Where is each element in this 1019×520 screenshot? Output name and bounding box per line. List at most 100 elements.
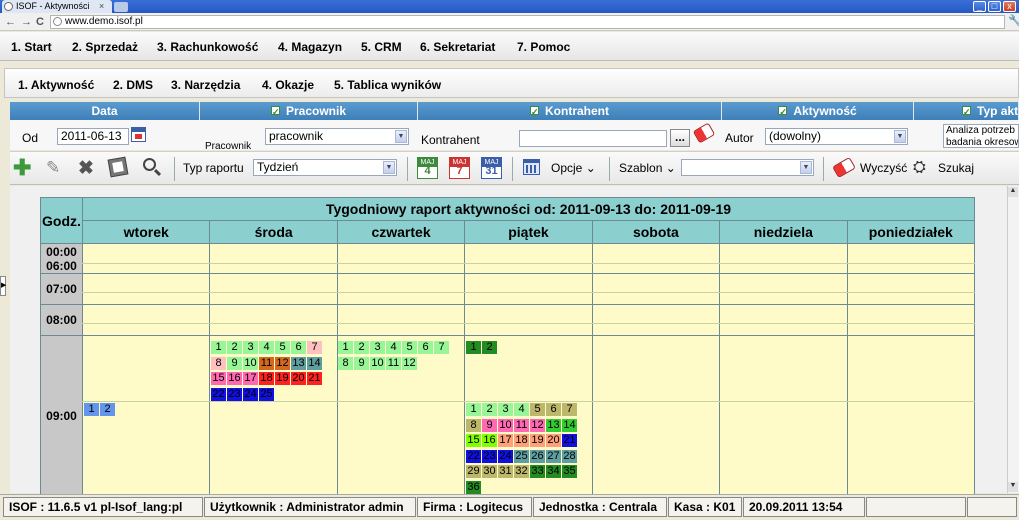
activity-block[interactable]: 5 (275, 341, 290, 354)
activity-block[interactable]: 3 (498, 403, 513, 416)
slot-cell[interactable] (336, 304, 466, 336)
activity-block[interactable]: 23 (482, 449, 497, 463)
activity-block[interactable]: 27 (546, 449, 561, 463)
activity-block[interactable]: 25 (514, 449, 529, 463)
slot-cell[interactable] (336, 243, 466, 274)
submenu-dms[interactable]: 2. DMS (113, 78, 153, 92)
activity-block[interactable]: 1 (466, 341, 481, 354)
kontrahent-input[interactable] (519, 130, 667, 147)
activity-block[interactable]: 16 (482, 434, 497, 447)
activity-block[interactable]: 11 (259, 356, 274, 370)
kontrahent-checkbox[interactable] (530, 103, 539, 121)
back-icon[interactable]: ← (5, 14, 16, 30)
activity-block[interactable]: 6 (418, 341, 433, 354)
autor-select[interactable]: (dowolny) ▼ (765, 128, 908, 145)
slot-cell[interactable] (209, 273, 338, 305)
close-window-button[interactable]: x (1003, 1, 1016, 12)
activity-block[interactable]: 28 (562, 449, 577, 463)
activity-block[interactable]: 12 (530, 418, 545, 432)
menu-magazyn[interactable]: 4. Magazyn (278, 40, 342, 54)
activity-block[interactable]: 21 (307, 372, 322, 385)
typ-checkbox[interactable] (962, 103, 971, 120)
opcje-menu[interactable]: Opcje ⌄ (551, 161, 596, 175)
new-tab-button[interactable] (114, 2, 128, 12)
activity-block[interactable]: 17 (243, 372, 258, 385)
submenu-okazje[interactable]: 4. Okazje (262, 78, 314, 92)
activity-block[interactable]: 10 (498, 418, 513, 432)
slot-cell[interactable] (846, 304, 976, 336)
activity-block[interactable]: 12 (275, 356, 290, 370)
activity-block[interactable]: 16 (227, 372, 242, 385)
filter-header-kontrahent[interactable]: Kontrahent (418, 102, 722, 121)
slot-cell[interactable] (591, 304, 721, 336)
menu-crm[interactable]: 5. CRM (361, 40, 402, 54)
activity-block[interactable]: 30 (482, 465, 497, 478)
activity-block[interactable]: 8 (211, 356, 226, 370)
slot-cell[interactable] (464, 273, 593, 305)
scroll-down-icon[interactable]: ▼ (1008, 482, 1018, 492)
scroll-up-icon[interactable]: ▲ (1008, 187, 1018, 197)
menu-pomoc[interactable]: 7. Pomoc (517, 40, 570, 54)
activity-block[interactable]: 2 (482, 341, 497, 354)
activity-block[interactable]: 20 (291, 372, 306, 385)
pracownik-checkbox[interactable] (270, 103, 280, 121)
activity-block[interactable]: 1 (338, 341, 353, 354)
activity-block[interactable]: 7 (434, 341, 449, 354)
szablon-menu[interactable]: Szablon ⌄ (619, 161, 676, 175)
activity-block[interactable]: 11 (386, 356, 401, 370)
pracownik-select[interactable]: pracownik ▼ (265, 128, 409, 145)
slot-cell[interactable] (591, 273, 721, 305)
activity-block[interactable]: 31 (498, 465, 513, 478)
slot-cell[interactable] (719, 335, 848, 496)
activity-block[interactable]: 7 (307, 341, 322, 354)
calendar-month-icon[interactable]: MAJ 31 (481, 157, 502, 179)
activity-block[interactable]: 2 (482, 403, 497, 416)
aktywnosc-checkbox[interactable] (778, 103, 788, 121)
activity-block[interactable]: 14 (307, 356, 322, 370)
slot-cell[interactable] (464, 243, 593, 274)
activity-block[interactable]: 11 (514, 418, 529, 432)
slot-cell[interactable] (81, 304, 211, 336)
activity-block[interactable]: 22 (466, 449, 481, 463)
filter-header-aktywnosc[interactable]: Aktywność (722, 102, 914, 121)
tab-close-icon[interactable]: × (99, 0, 104, 13)
minimize-button[interactable]: _ (973, 1, 986, 12)
activity-block[interactable]: 9 (227, 356, 242, 370)
menu-sprzedaz[interactable]: 2. Sprzedaż (72, 40, 138, 54)
szukaj-button[interactable]: Szukaj (938, 161, 974, 175)
activity-block[interactable]: 5 (530, 403, 545, 416)
wrench-icon[interactable]: 🔧 (1008, 14, 1019, 27)
activity-block[interactable]: 17 (498, 434, 513, 447)
activity-block[interactable]: 4 (386, 341, 401, 354)
typ-aktywnosci-list[interactable]: Analiza potrzeb badania okresow (943, 124, 1019, 148)
activity-block[interactable]: 24 (243, 387, 258, 401)
slot-cell[interactable] (719, 273, 848, 305)
activity-block[interactable]: 21 (562, 434, 577, 447)
slot-cell[interactable] (464, 304, 593, 336)
submenu-aktywnosc[interactable]: 1. Aktywność (18, 78, 94, 92)
activity-block[interactable]: 19 (530, 434, 545, 447)
activity-block[interactable]: 10 (370, 356, 385, 370)
activity-block[interactable]: 15 (211, 372, 226, 385)
side-panel-toggle[interactable]: ▶ (0, 276, 6, 296)
activity-block[interactable]: 2 (100, 403, 115, 416)
calendar-day-icon[interactable]: MAJ 4 (417, 157, 438, 179)
activity-block[interactable]: 9 (482, 418, 497, 432)
activity-block[interactable]: 7 (562, 403, 577, 416)
submenu-tablica-wynikow[interactable]: 5. Tablica wyników (334, 78, 441, 92)
activity-block[interactable]: 35 (562, 465, 577, 478)
activity-block[interactable]: 3 (370, 341, 385, 354)
activity-block[interactable]: 4 (259, 341, 274, 354)
activity-block[interactable]: 24 (498, 449, 513, 463)
activity-block[interactable]: 8 (338, 356, 353, 370)
kontrahent-browse-button[interactable]: ... (670, 129, 690, 147)
edit-pencil-icon[interactable]: ✎ (46, 158, 60, 178)
binoculars-icon[interactable]: ⛭ (913, 159, 926, 177)
typ-raportu-select[interactable]: Tydzień ▼ (253, 159, 397, 176)
activity-block[interactable]: 13 (546, 418, 561, 432)
filter-header-pracownik[interactable]: Pracownik (200, 102, 418, 121)
submenu-narzedzia[interactable]: 3. Narzędzia (171, 78, 240, 92)
activity-block[interactable]: 6 (291, 341, 306, 354)
slot-cell[interactable] (336, 273, 466, 305)
slot-cell[interactable] (719, 243, 848, 274)
